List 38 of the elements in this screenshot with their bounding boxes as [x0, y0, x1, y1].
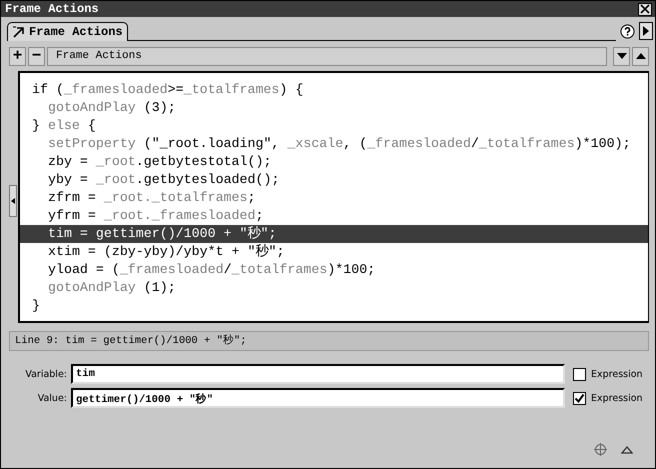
triangle-up-icon[interactable] — [621, 445, 633, 454]
arrow-icon — [12, 25, 26, 39]
panel-tab[interactable]: Frame Actions — [7, 22, 128, 41]
add-button[interactable]: + — [9, 46, 26, 66]
input-field[interactable]: tim — [71, 364, 565, 384]
remove-button[interactable]: − — [28, 46, 45, 66]
checkbox[interactable] — [573, 368, 586, 380]
target-icon[interactable] — [594, 443, 607, 456]
panel-menu-button[interactable] — [639, 22, 653, 40]
code-line[interactable]: zby = _root.getbytestotal(); — [20, 153, 648, 171]
code-line[interactable]: setProperty ("_root.loading", _xscale, (_framesloaded/_totalframes)*100); — [20, 135, 648, 153]
move-down-button[interactable] — [613, 46, 630, 66]
code-line[interactable]: zfrm = _root._totalframes; — [20, 189, 648, 207]
triangle-down-icon — [616, 52, 626, 60]
code-line[interactable]: yfrm = _root._framesloaded; — [20, 207, 648, 225]
field-label: Variable: — [24, 368, 67, 380]
code-line[interactable]: if (_framesloaded>=_totalframes) { — [20, 81, 648, 99]
checkbox-label[interactable]: Expression — [591, 368, 643, 380]
collapse-handle[interactable] — [9, 185, 17, 217]
code-line[interactable]: gotoAndPlay (1); — [20, 279, 648, 297]
checkbox-label[interactable]: Expression — [591, 392, 643, 404]
triangle-up-icon — [636, 52, 646, 60]
help-icon[interactable] — [620, 24, 635, 39]
window-title: Frame Actions — [5, 2, 99, 16]
code-line[interactable]: } else { — [20, 117, 648, 135]
checkbox[interactable] — [573, 392, 586, 404]
triangle-right-icon — [642, 25, 650, 37]
field-label: Value: — [36, 392, 67, 404]
code-line[interactable]: } — [20, 297, 648, 315]
actions-title-bar: Frame Actions — [47, 46, 607, 66]
close-button[interactable] — [638, 2, 652, 16]
input-field[interactable]: gettimer()/1000 + "秒" — [71, 388, 565, 408]
code-line[interactable]: yload = (_framesloaded/_totalframes)*100; — [20, 261, 648, 279]
code-line[interactable]: yby = _root.getbytesloaded(); — [20, 171, 648, 189]
code-line[interactable]: gotoAndPlay (3); — [20, 99, 648, 117]
move-up-button[interactable] — [632, 46, 649, 66]
code-editor[interactable] — [18, 71, 649, 323]
code-line[interactable]: xtim = (zby-yby)/yby*t + "秒"; — [20, 243, 648, 261]
